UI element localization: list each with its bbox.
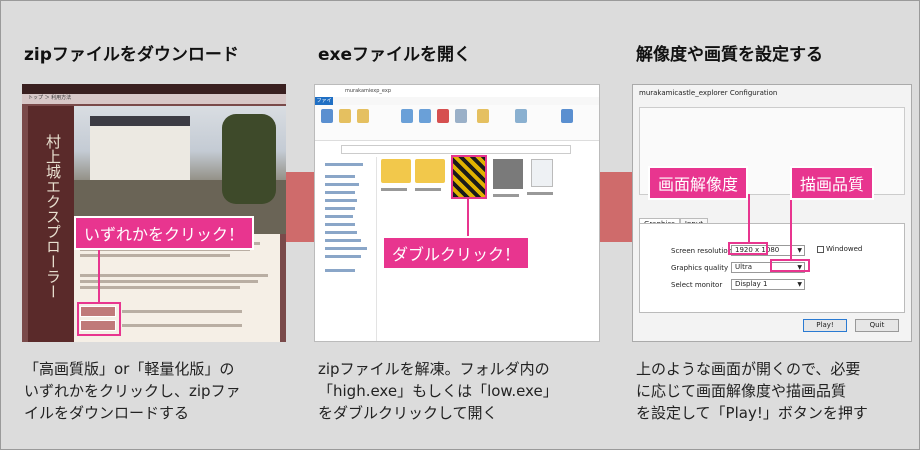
castle-illustration [90, 116, 190, 184]
dll-file-icon [531, 159, 553, 187]
folder-item[interactable] [415, 159, 445, 199]
highlight-box-resolution [728, 242, 768, 255]
windowed-checkbox[interactable]: Windowed [817, 245, 862, 253]
select-monitor-select[interactable]: Display 1 ▼ [731, 279, 805, 290]
graphics-quality-label: Graphics quality [671, 264, 729, 272]
select-monitor-label: Select monitor [671, 281, 723, 289]
address-bar[interactable] [341, 145, 571, 154]
callout-pointer [748, 194, 750, 242]
highlight-box-download [77, 302, 121, 336]
exe-file[interactable] [451, 155, 487, 199]
callout-pointer [790, 194, 792, 259]
description-line: をダブルクリックして開く [318, 404, 498, 422]
folder-icon [381, 159, 411, 183]
step-2-description: zipファイルを解凍。フォルダ内の 「high.exe」もしくは「low.exe… [318, 358, 558, 424]
new-folder-icon[interactable] [477, 109, 489, 123]
copy-to-icon[interactable] [419, 109, 431, 123]
explorer-screenshot: murakamiexp_exp ファイル [314, 84, 600, 342]
file-label [381, 188, 407, 191]
folder-item[interactable] [381, 159, 411, 199]
nav-item[interactable] [325, 163, 363, 166]
description-line: zipファイルを解凍。フォルダ内の [318, 360, 550, 378]
file-label [493, 194, 519, 197]
site-vertical-title: 村上城エクスプローラー [44, 134, 62, 299]
nav-item[interactable] [325, 175, 355, 178]
file-item[interactable] [527, 159, 557, 199]
site-header [22, 84, 286, 94]
callout-graphics-quality: 描画品質 [790, 166, 875, 200]
checkbox-icon [817, 245, 824, 253]
step-2-title: exeファイルを開く [318, 45, 472, 65]
nav-item[interactable] [325, 215, 353, 218]
callout-click-either: いずれかをクリック！ [74, 216, 255, 250]
step-1-title: zipファイルをダウンロード [24, 45, 239, 65]
config-dialog: murakamicastle_explorer Configuration Gr… [632, 84, 912, 342]
explorer-title: murakamiexp_exp [315, 85, 599, 97]
nav-item[interactable] [325, 247, 367, 250]
description-line: いずれかをクリックし、zipファ [24, 382, 241, 400]
chevron-down-icon: ▼ [797, 281, 802, 288]
description-line: を設定して「Play!」ボタンを押す [636, 404, 868, 422]
description-line: イルをダウンロードする [24, 404, 190, 422]
text-line [80, 280, 258, 283]
text-line [80, 254, 230, 257]
exe-icon [453, 157, 485, 197]
text-line [80, 274, 268, 277]
windowed-label: Windowed [826, 245, 863, 253]
paste-icon[interactable] [357, 109, 369, 123]
text-line [80, 286, 240, 289]
properties-icon[interactable] [515, 109, 527, 123]
copy-icon[interactable] [339, 109, 351, 123]
step-connector-1 [286, 172, 316, 242]
rename-icon[interactable] [455, 109, 467, 123]
file-label [527, 192, 553, 195]
description-line: 「高画質版」or「軽量化版」の [24, 360, 235, 378]
delete-icon[interactable] [437, 109, 449, 123]
unity-icon [493, 159, 523, 189]
description-line: 「high.exe」もしくは「low.exe」 [318, 382, 558, 400]
dialog-title: murakamicastle_explorer Configuration [639, 89, 778, 97]
quit-button[interactable]: Quit [855, 319, 899, 332]
chevron-down-icon: ▼ [797, 247, 802, 254]
nav-item[interactable] [325, 231, 357, 234]
description-line: 上のような画面が開くので、必要 [636, 360, 861, 378]
callout-pointer [467, 198, 469, 238]
file-item[interactable] [493, 159, 523, 199]
play-button[interactable]: Play! [803, 319, 847, 332]
nav-item[interactable] [325, 255, 361, 258]
nav-item[interactable] [325, 269, 355, 272]
tree-illustration [222, 114, 276, 204]
callout-pointer [98, 242, 100, 302]
website-screenshot: トップ ＞ 利用方法 村上城エクスプローラー [22, 84, 286, 342]
dialog-tabs: GraphicsInput [639, 211, 709, 229]
nav-item[interactable] [325, 223, 355, 226]
nav-item[interactable] [325, 207, 355, 210]
select-all-icon[interactable] [561, 109, 573, 123]
nav-item[interactable] [325, 191, 355, 194]
text-line [122, 324, 242, 327]
description-line: に応じて画面解像度や描画品質 [636, 382, 847, 400]
pin-icon[interactable] [321, 109, 333, 123]
ribbon-tabs [315, 97, 599, 105]
move-icon[interactable] [401, 109, 413, 123]
select-monitor-value: Display 1 [735, 280, 768, 288]
highlight-box-quality [770, 259, 810, 272]
text-line [122, 310, 242, 313]
graphics-quality-value: Ultra [735, 263, 752, 271]
step-3-title: 解像度や画質を設定する [636, 45, 823, 65]
nav-item[interactable] [325, 199, 357, 202]
screen-resolution-label: Screen resolution [671, 247, 733, 255]
callout-double-click: ダブルクリック！ [382, 236, 531, 270]
step-1-description: 「高画質版」or「軽量化版」の いずれかをクリックし、zipファ イルをダウンロ… [24, 358, 241, 424]
folder-icon [415, 159, 445, 183]
step-connector-2 [598, 172, 634, 242]
callout-screen-resolution: 画面解像度 [648, 166, 749, 200]
step-3-description: 上のような画面が開くので、必要 に応じて画面解像度や描画品質 を設定して「Pla… [636, 358, 868, 424]
breadcrumb: トップ ＞ 利用方法 [22, 94, 286, 104]
nav-item[interactable] [325, 183, 359, 186]
file-label [415, 188, 441, 191]
nav-item[interactable] [325, 239, 361, 242]
file-tab[interactable]: ファイル [315, 97, 333, 111]
